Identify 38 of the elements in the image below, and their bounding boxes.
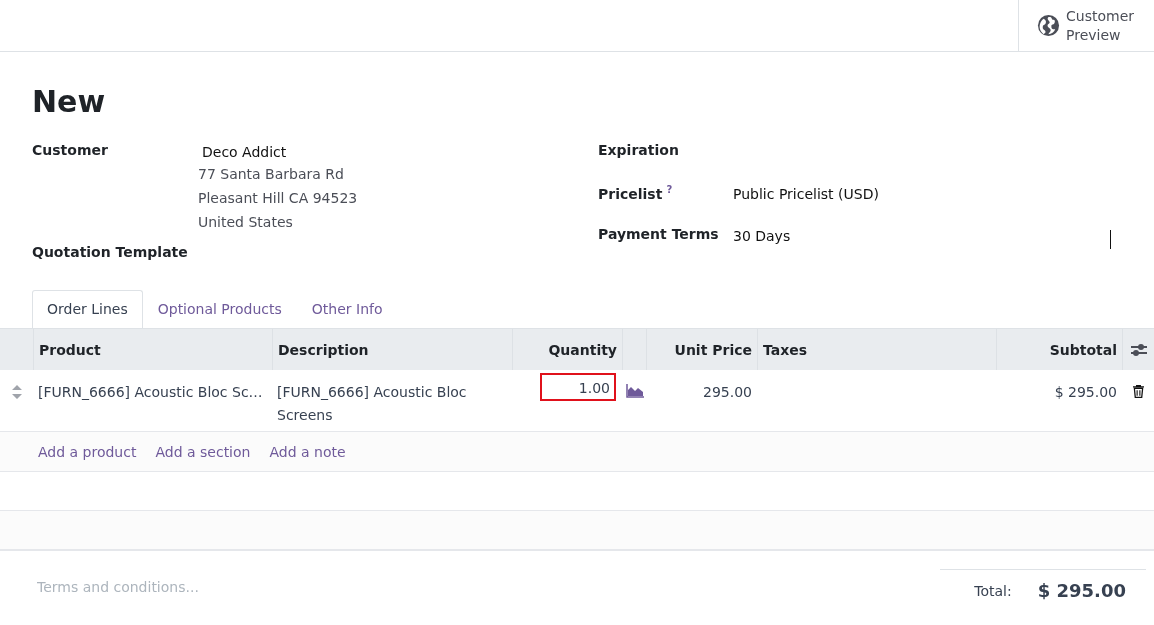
field-label: Pricelist — [598, 185, 663, 202]
table-cell-text: [FURN_6666] Acoustic Bloc Screens — [277, 383, 468, 425]
quantity-field[interactable]: 1.00 — [540, 373, 616, 401]
address-line: 77 Santa Barbara Rd — [198, 165, 345, 184]
column-header: Product — [39, 341, 101, 358]
field-value[interactable]: 30 Days — [733, 226, 795, 246]
add-link[interactable]: Add a note — [269, 443, 346, 460]
record-title: New — [32, 83, 107, 121]
globe-icon — [1037, 14, 1060, 37]
column-header: Quantity — [548, 341, 617, 358]
total-amount: $ 295.00 — [1037, 580, 1126, 601]
address-line: United States — [198, 213, 294, 232]
table-cell-text: $ 295.00 — [1054, 383, 1117, 402]
address-line: Pleasant Hill CA 94523 — [198, 189, 358, 208]
table-cell-text: 295.00 — [703, 383, 752, 402]
drag-handle-icon — [11, 385, 22, 399]
field-label: Expiration — [598, 142, 679, 158]
field-label: Customer — [32, 142, 108, 158]
field-value[interactable]: Deco Addict — [198, 142, 358, 162]
trash-icon — [1132, 385, 1144, 398]
area-chart-icon — [626, 384, 644, 398]
table-cell-text: [FURN_6666] Acoustic Bloc Sc… — [38, 383, 263, 402]
add-link[interactable]: Add a product — [38, 443, 137, 460]
field-label: Quotation Template — [32, 244, 188, 260]
column-header: Description — [278, 341, 369, 358]
text-cursor — [1110, 230, 1111, 249]
tab[interactable]: Optional Products — [142, 290, 297, 328]
add-link[interactable]: Add a section — [155, 443, 251, 460]
column-header: Subtotal — [1049, 341, 1117, 358]
tab[interactable]: Order Lines — [32, 290, 143, 328]
tab[interactable]: Other Info — [296, 290, 398, 328]
help-tooltip-mark[interactable]: ? — [666, 184, 673, 195]
field-label: Payment Terms — [598, 226, 719, 242]
total-label: Total: — [974, 582, 1012, 599]
column-header: Unit Price — [674, 341, 752, 358]
field-value[interactable]: Public Pricelist (USD) — [733, 184, 883, 204]
column-header: Taxes — [763, 341, 808, 358]
sliders-icon — [1130, 342, 1147, 357]
